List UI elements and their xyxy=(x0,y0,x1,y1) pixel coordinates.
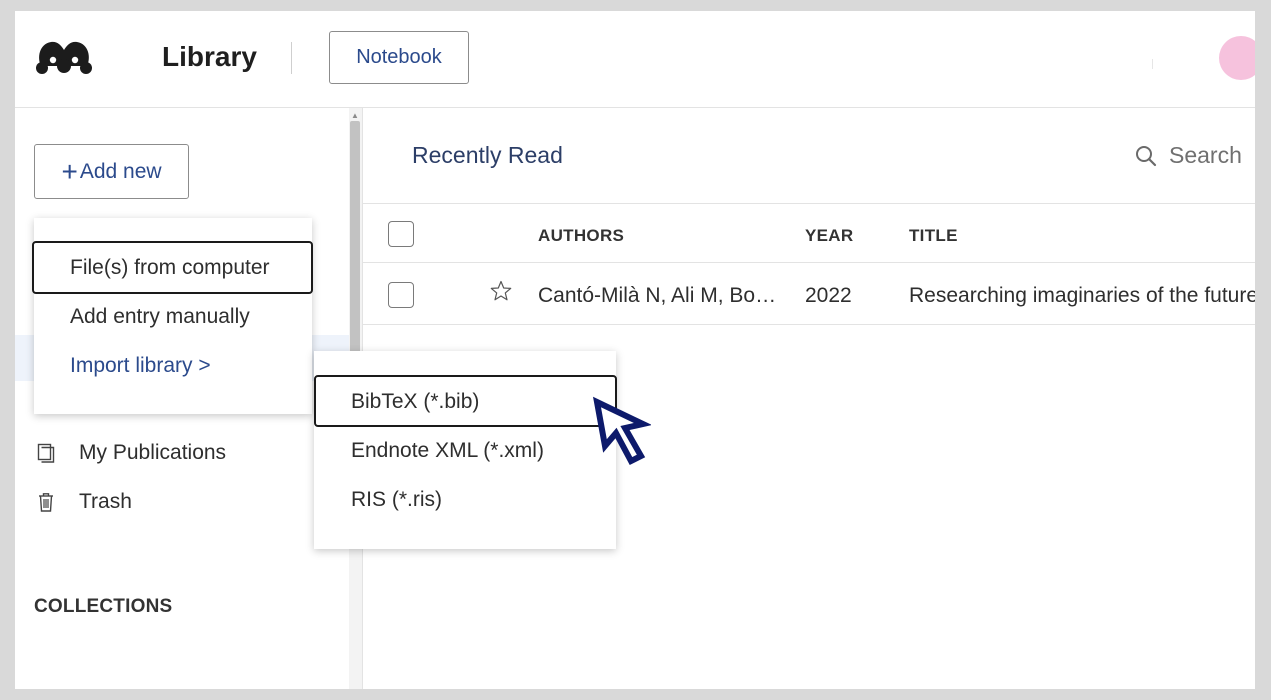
row-year: 2022 xyxy=(805,284,852,307)
notebook-button[interactable]: Notebook xyxy=(329,31,469,84)
sidebar-scroll-thumb[interactable] xyxy=(350,121,360,369)
add-new-menu: File(s) from computer Add entry manually… xyxy=(32,218,313,414)
header-separator xyxy=(1152,59,1153,69)
menu-item-import-library[interactable]: Import library > xyxy=(70,354,211,378)
scroll-up-icon[interactable]: ▲ xyxy=(351,111,359,120)
mendeley-logo-icon[interactable] xyxy=(33,36,95,76)
select-all-checkbox[interactable] xyxy=(388,221,414,247)
menu-item-ris[interactable]: RIS (*.ris) xyxy=(351,488,442,512)
plus-icon: + xyxy=(61,155,78,187)
menu-item-endnote-xml[interactable]: Endnote XML (*.xml) xyxy=(351,439,544,463)
search-button[interactable]: Search xyxy=(1135,142,1242,169)
sidebar-item-label: Trash xyxy=(79,490,132,513)
sidebar-item-label: My Publications xyxy=(79,441,227,464)
search-label: Search xyxy=(1169,142,1242,168)
top-header: Library Notebook xyxy=(15,11,1255,108)
add-new-button[interactable]: + Add new xyxy=(34,144,189,199)
publications-icon xyxy=(37,443,55,463)
row-checkbox[interactable] xyxy=(388,282,414,308)
menu-item-file-from-computer[interactable]: File(s) from computer xyxy=(70,256,270,280)
sidebar-item-my-publications[interactable]: My Publications xyxy=(37,441,226,465)
column-header-year[interactable]: YEAR xyxy=(805,226,853,246)
search-icon xyxy=(1136,145,1157,166)
page-title: Library xyxy=(162,41,257,72)
column-header-title[interactable]: TITLE xyxy=(909,226,958,246)
sidebar-item-trash[interactable]: Trash xyxy=(37,490,132,514)
star-icon[interactable] xyxy=(489,279,513,303)
row-title: Researching imaginaries of the future xyxy=(909,284,1255,307)
import-library-submenu: BibTeX (*.bib) Endnote XML (*.xml) RIS (… xyxy=(314,351,617,549)
column-header-authors[interactable]: AUTHORS xyxy=(538,226,624,246)
app-frame: Library Notebook ▲ + Add new My Publicat… xyxy=(15,11,1255,689)
collections-heading: COLLECTIONS xyxy=(34,596,173,617)
mouse-cursor-icon xyxy=(592,396,651,465)
menu-item-bibtex[interactable]: BibTeX (*.bib) xyxy=(351,390,479,414)
trash-icon xyxy=(39,493,53,512)
user-avatar[interactable] xyxy=(1219,36,1255,80)
menu-item-add-entry-manually[interactable]: Add entry manually xyxy=(70,305,250,329)
add-new-label: Add new xyxy=(79,159,162,183)
section-title: Recently Read xyxy=(412,142,563,168)
row-authors: Cantó-Milà N, Ali M, Bo… xyxy=(538,284,777,307)
header-divider xyxy=(291,42,292,74)
